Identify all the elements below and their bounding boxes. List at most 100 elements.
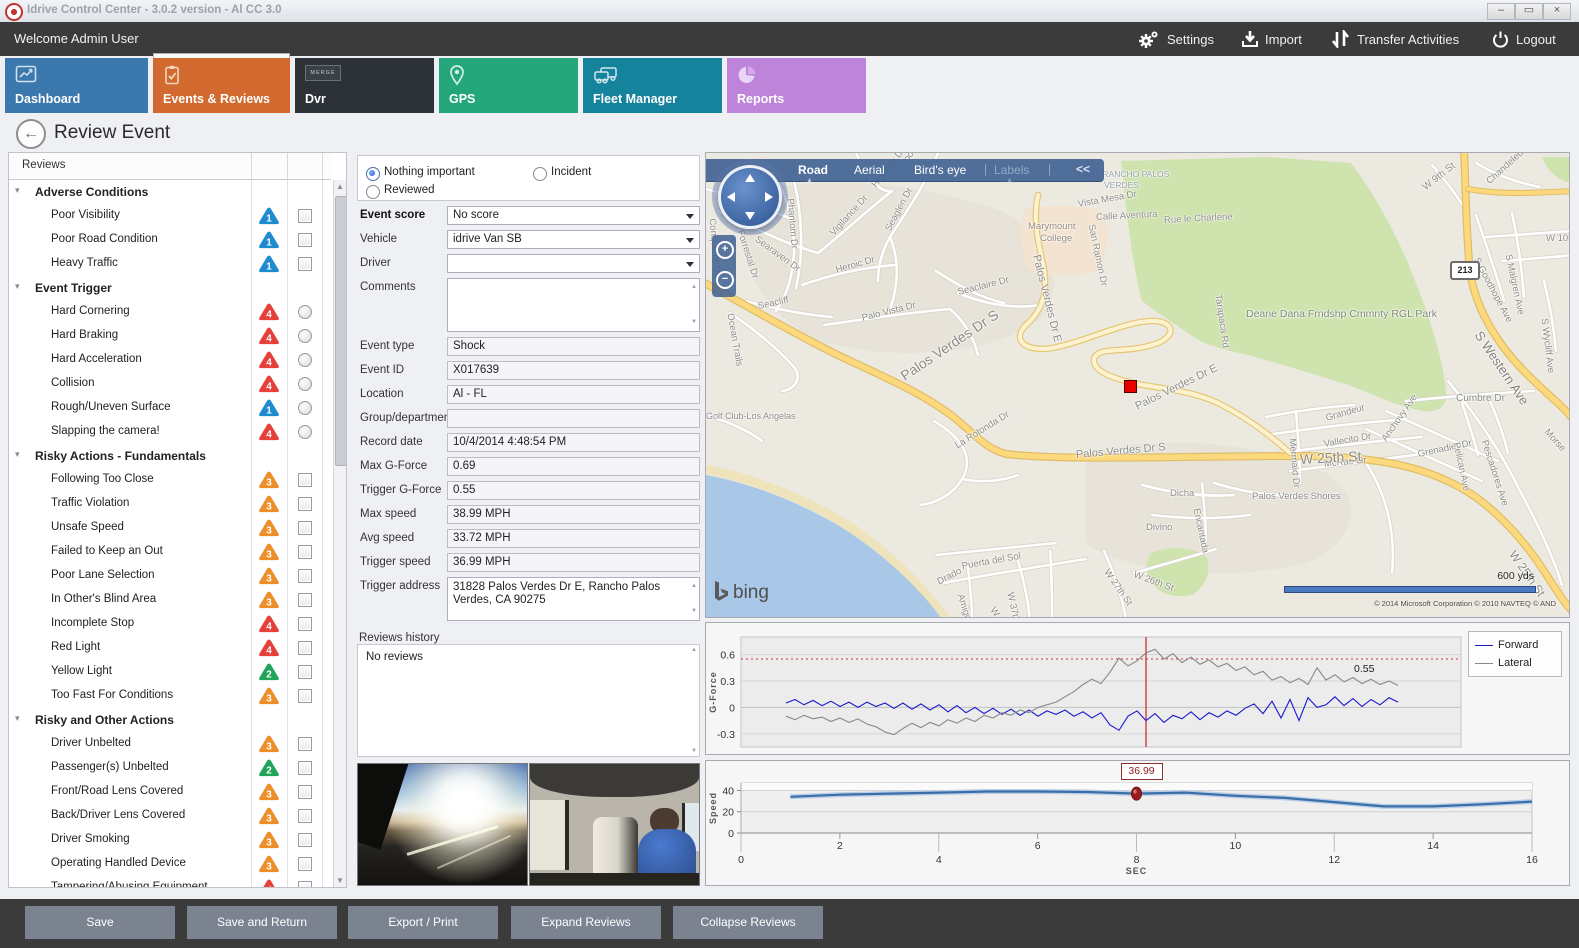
review-item-checkbox[interactable]	[298, 497, 312, 511]
save-button[interactable]: Save	[25, 906, 175, 939]
review-item-checkbox[interactable]	[298, 737, 312, 751]
review-item-row[interactable]: Front/Road Lens Covered3	[9, 780, 333, 805]
save-and-return-button[interactable]: Save and Return	[187, 906, 337, 939]
status-radio-reviewed[interactable]	[366, 185, 380, 199]
review-item-checkbox[interactable]	[298, 809, 312, 823]
tab-dashboard[interactable]: Dashboard	[5, 58, 148, 113]
review-item-checkbox[interactable]	[298, 473, 312, 487]
review-item-radio[interactable]	[298, 377, 312, 391]
review-item-checkbox[interactable]	[298, 833, 312, 847]
review-item-row[interactable]: Poor Road Condition1	[9, 228, 333, 253]
map-style-road[interactable]: Road	[798, 163, 828, 177]
minimize-button[interactable]: –	[1487, 3, 1515, 20]
review-item-checkbox[interactable]	[298, 593, 312, 607]
collapse-arrow-icon[interactable]: ▾	[15, 185, 20, 196]
review-item-row[interactable]: Hard Braking4	[9, 324, 333, 349]
review-item-checkbox[interactable]	[298, 257, 312, 271]
tab-events-reviews[interactable]: Events & Reviews	[153, 58, 290, 113]
review-item-row[interactable]: Hard Cornering4	[9, 300, 333, 325]
review-item-radio[interactable]	[298, 401, 312, 415]
scrollbar-thumb[interactable]	[335, 196, 347, 466]
review-item-checkbox[interactable]	[298, 761, 312, 775]
review-item-radio[interactable]	[298, 329, 312, 343]
reviews-scrollbar[interactable]: ▲ ▼	[333, 180, 347, 887]
reviews-history-box[interactable]: No reviews ▲ ▼	[357, 644, 700, 757]
review-item-checkbox[interactable]	[298, 689, 312, 703]
review-item-row[interactable]: Traffic Violation3	[9, 492, 333, 517]
tab-gps[interactable]: GPS	[439, 58, 578, 113]
settings-button[interactable]: Settings	[1138, 22, 1214, 56]
map-style-birds-eye[interactable]: Bird's eye	[914, 163, 966, 177]
maximize-button[interactable]: ▭	[1515, 3, 1543, 20]
review-item-checkbox[interactable]	[298, 521, 312, 535]
scroll-down-icon[interactable]: ▼	[336, 876, 344, 885]
review-item-row[interactable]: Passenger(s) Unbelted2	[9, 756, 333, 781]
scroll-down-icon[interactable]: ▼	[691, 748, 697, 754]
review-item-checkbox[interactable]	[298, 641, 312, 655]
tab-fleet-manager[interactable]: Fleet Manager	[583, 58, 722, 113]
review-item-checkbox[interactable]	[298, 209, 312, 223]
review-item-radio[interactable]	[298, 353, 312, 367]
review-item-row[interactable]: Operating Handled Device3	[9, 852, 333, 877]
review-item-checkbox[interactable]	[298, 665, 312, 679]
zoom-in-button[interactable]: +	[716, 241, 734, 259]
field-vehicle[interactable]: idrive Van SB	[447, 230, 700, 249]
collapse-arrow-icon[interactable]: ▾	[15, 281, 20, 292]
review-item-row[interactable]: Red Light4	[9, 636, 333, 661]
map-style-aerial[interactable]: Aerial	[854, 163, 885, 177]
event-location-marker[interactable]	[1124, 380, 1137, 393]
review-item-checkbox[interactable]	[298, 569, 312, 583]
collapse-reviews-button[interactable]: Collapse Reviews	[673, 906, 823, 939]
review-category-row[interactable]: ▾Risky Actions - Fundamentals	[9, 444, 333, 469]
review-item-checkbox[interactable]	[298, 545, 312, 559]
pan-right-icon[interactable]	[765, 192, 773, 202]
pan-left-icon[interactable]	[727, 192, 735, 202]
collapse-arrow-icon[interactable]: ▾	[15, 449, 20, 460]
review-item-row[interactable]: Driver Smoking3	[9, 828, 333, 853]
review-item-row[interactable]: In Other's Blind Area3	[9, 588, 333, 613]
review-item-checkbox[interactable]	[298, 881, 312, 888]
review-item-radio[interactable]	[298, 305, 312, 319]
scroll-up-icon[interactable]: ▲	[691, 647, 697, 653]
review-item-row[interactable]: Unsafe Speed3	[9, 516, 333, 541]
review-category-row[interactable]: ▾Risky and Other Actions	[9, 708, 333, 733]
review-category-row[interactable]: ▾Event Trigger	[9, 276, 333, 301]
export-print-button[interactable]: Export / Print	[348, 906, 498, 939]
collapse-arrow-icon[interactable]: ▾	[15, 713, 20, 724]
review-item-row[interactable]: Failed to Keep an Out3	[9, 540, 333, 565]
transfer-activities-button[interactable]: Transfer Activities	[1332, 22, 1459, 56]
field-trigger-address[interactable]: 31828 Palos Verdes Dr E, Rancho Palos Ve…	[447, 577, 700, 621]
zoom-out-button[interactable]: −	[716, 271, 734, 289]
review-item-checkbox[interactable]	[298, 857, 312, 871]
status-radio-nothing-important[interactable]	[366, 167, 380, 181]
review-item-row[interactable]: Poor Visibility1	[9, 204, 333, 229]
review-item-row[interactable]: Hard Acceleration4	[9, 348, 333, 373]
review-item-row[interactable]: Yellow Light2	[9, 660, 333, 685]
cabin-camera-frame[interactable]	[529, 763, 700, 886]
road-camera-frame[interactable]	[357, 763, 528, 886]
map-labels-toggle[interactable]: Labels	[994, 163, 1029, 177]
scroll-up-icon[interactable]: ▲	[336, 182, 344, 191]
tab-reports[interactable]: Reports	[727, 58, 866, 113]
collapse-toolbar-button[interactable]: <<	[1076, 162, 1090, 176]
field-event-score[interactable]: No score	[447, 206, 700, 225]
review-item-row[interactable]: Tampering/Abusing Equipment4	[9, 876, 333, 888]
pan-down-icon[interactable]	[745, 212, 755, 220]
review-item-row[interactable]: Poor Lane Selection3	[9, 564, 333, 589]
field-driver[interactable]	[447, 254, 700, 273]
review-item-radio[interactable]	[298, 425, 312, 439]
review-item-row[interactable]: Incomplete Stop4	[9, 612, 333, 637]
review-item-row[interactable]: Slapping the camera!4	[9, 420, 333, 445]
review-item-checkbox[interactable]	[298, 617, 312, 631]
status-radio-incident[interactable]	[533, 167, 547, 181]
review-item-row[interactable]: Back/Driver Lens Covered3	[9, 804, 333, 829]
review-item-checkbox[interactable]	[298, 785, 312, 799]
review-item-row[interactable]: Heavy Traffic1	[9, 252, 333, 277]
logout-button[interactable]: Logout	[1492, 22, 1556, 56]
pan-up-icon[interactable]	[745, 174, 755, 182]
review-item-row[interactable]: Driver Unbelted3	[9, 732, 333, 757]
review-item-row[interactable]: Too Fast For Conditions3	[9, 684, 333, 709]
review-item-row[interactable]: Following Too Close3	[9, 468, 333, 493]
map-compass-control[interactable]	[718, 165, 782, 229]
bing-map[interactable]: Conqueror DrForrestal DrSearaven DrPhant…	[705, 152, 1570, 618]
